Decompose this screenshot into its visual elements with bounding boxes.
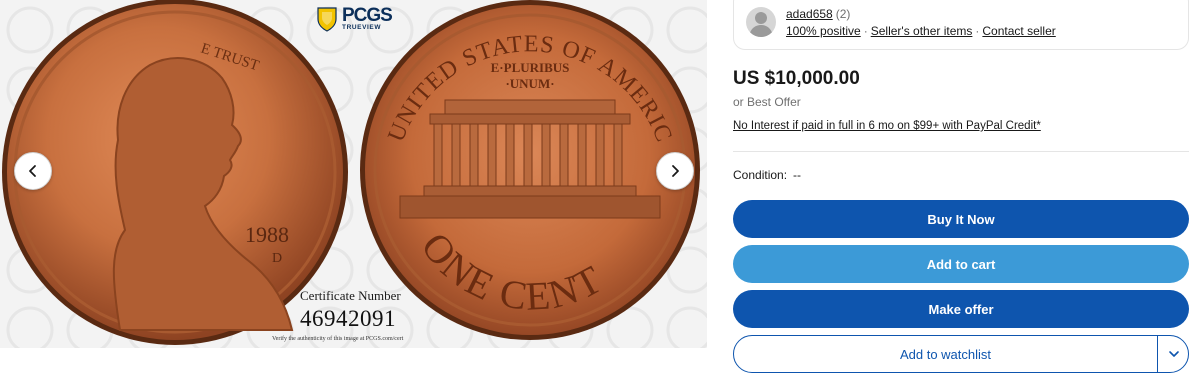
pcgs-brand: PCGS — [342, 5, 393, 27]
coin-mint-text: D — [272, 251, 282, 266]
gallery-footer — [0, 348, 707, 378]
chevron-left-icon — [29, 165, 36, 177]
pcgs-trueview: TRUEVIEW — [342, 24, 382, 32]
gallery-next-button[interactable] — [656, 152, 694, 190]
contact-seller-link[interactable]: Contact seller — [982, 24, 1055, 38]
make-offer-label: Make offer — [928, 301, 994, 317]
separator-dot: · — [863, 24, 868, 38]
seller-feedback-count: (2) — [835, 7, 851, 21]
buy-it-now-button[interactable]: Buy It Now — [733, 200, 1189, 238]
coin-motto-line1: E·PLURIBUS — [491, 60, 570, 75]
shield-icon — [317, 7, 337, 32]
add-to-watchlist-button[interactable]: Add to watchlist — [733, 335, 1189, 373]
seller-card: adad658 (2) 100% positive · Seller's other … — [733, 0, 1189, 50]
chevron-right-icon — [672, 165, 679, 177]
item-price: US $10,000.00 — [733, 68, 860, 89]
add-to-cart-label: Add to cart — [926, 256, 996, 272]
condition-label: Condition: — [733, 168, 788, 182]
certificate-block: Certificate Number 46942091 — [300, 288, 450, 332]
make-offer-button[interactable]: Make offer — [733, 290, 1189, 328]
image-gallery: E TRUST 1988 D UNITED STATES OF AMERICA … — [0, 0, 707, 348]
separator-dot: · — [975, 24, 980, 38]
seller-feedback-link[interactable]: 100% positive — [786, 24, 861, 38]
paypal-credit-link[interactable]: No Interest if paid in full in 6 mo on $… — [733, 120, 1041, 132]
condition-value: -- — [793, 168, 802, 182]
add-to-watchlist-label: Add to watchlist — [899, 346, 992, 362]
watchlist-dropdown-button[interactable] — [1158, 336, 1190, 372]
seller-name-link[interactable]: adad658 — [786, 7, 833, 21]
condition-row: Condition: -- — [733, 168, 801, 182]
pcgs-logo: PCGS TRUEVIEW — [316, 5, 393, 32]
certificate-label: Certificate Number — [300, 288, 401, 303]
coin-year-text: 1988 — [245, 222, 289, 247]
add-to-cart-button[interactable]: Add to cart — [733, 245, 1189, 283]
user-avatar-icon[interactable] — [746, 7, 776, 37]
best-offer-label: or Best Offer — [733, 95, 801, 109]
seller-other-items-link[interactable]: Seller's other items — [871, 24, 973, 38]
certificate-number: 46942091 — [300, 306, 396, 331]
memorial-building — [399, 99, 661, 219]
coin-obverse: E TRUST 1988 D — [2, 0, 348, 345]
buy-it-now-label: Buy It Now — [927, 211, 995, 227]
divider — [733, 151, 1189, 152]
chevron-down-icon — [1169, 351, 1179, 357]
certificate-verify-text: Verify the authenticity of this image at… — [272, 336, 404, 342]
coin-motto-line2: ·UNUM· — [505, 76, 554, 91]
gallery-prev-button[interactable] — [14, 152, 52, 190]
